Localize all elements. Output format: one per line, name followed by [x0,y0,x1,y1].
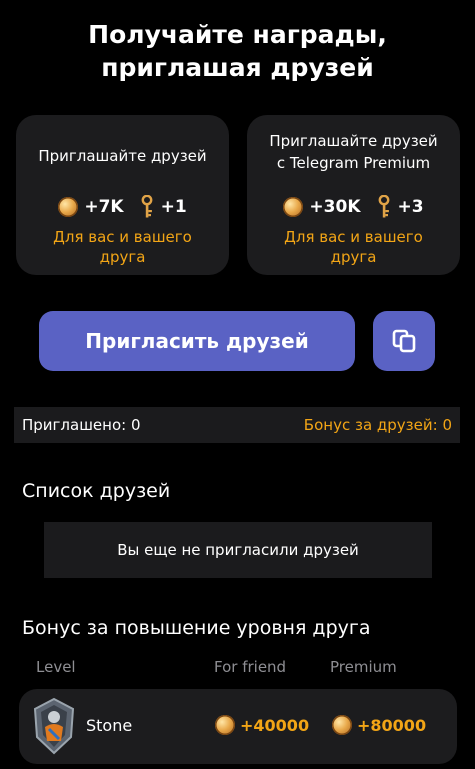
page-title-line-2: приглашая друзей [101,53,374,82]
friends-empty-state: Вы еще не пригласили друзей [44,522,432,578]
coin-icon [332,715,352,735]
reward-card-title: Приглашайте друзей [16,145,229,167]
reward-values: +7K +1 [16,194,229,219]
key-icon [140,194,154,219]
reward-card-title: Приглашайте друзей с Telegram Premium [247,130,460,174]
invite-friends-button[interactable]: Пригласить друзей [39,311,355,371]
level-bonus-title: Бонус за повышение уровня друга [22,617,371,639]
key-reward: +3 [397,197,424,217]
premium-bonus: +80000 [332,715,426,735]
column-header-premium: Premium [330,658,397,676]
coin-reward: +7K [84,197,124,217]
reward-card-subtitle-line-2: друга [99,248,146,266]
copy-icon [392,329,416,353]
level-row: Stone +40000 +80000 [19,689,457,764]
friends-bonus: Бонус за друзей: 0 [303,416,452,434]
reward-card-title-line-1: Приглашайте друзей [269,132,438,150]
for-friend-value: +40000 [240,715,310,735]
stone-level-icon [33,697,75,755]
reward-card-regular: Приглашайте друзей +7K +1 Для вас и ваше… [16,115,229,275]
invite-stats-bar: Приглашено: 0 Бонус за друзей: 0 [14,407,460,443]
coin-icon [215,715,235,735]
column-header-level: Level [36,658,76,676]
reward-card-title-line-2: с Telegram Premium [276,154,431,172]
key-reward: +1 [160,197,187,217]
for-friend-bonus: +40000 [215,715,309,735]
premium-value: +80000 [357,715,427,735]
reward-values: +30K +3 [247,194,460,219]
level-name: Stone [86,716,133,735]
reward-card-subtitle: Для вас и вашего друга [16,227,229,267]
reward-card-subtitle-line-1: Для вас и вашего [53,228,192,246]
friends-list-title: Список друзей [22,480,171,502]
reward-card-subtitle-line-1: Для вас и вашего [284,228,423,246]
copy-link-button[interactable] [373,311,435,371]
page-title-line-1: Получайте награды, [88,20,387,49]
coin-reward: +30K [309,197,361,217]
reward-card-premium: Приглашайте друзей с Telegram Premium +3… [247,115,460,275]
reward-card-title-line: Приглашайте друзей [38,147,207,165]
column-header-for-friend: For friend [214,658,287,676]
invited-count: Приглашено: 0 [22,416,141,434]
coin-icon [283,197,304,217]
reward-card-subtitle: Для вас и вашего друга [247,227,460,267]
page-title: Получайте награды, приглашая друзей [0,18,475,84]
reward-card-subtitle-line-2: друга [330,248,377,266]
coin-icon [58,197,79,217]
key-icon [377,194,391,219]
